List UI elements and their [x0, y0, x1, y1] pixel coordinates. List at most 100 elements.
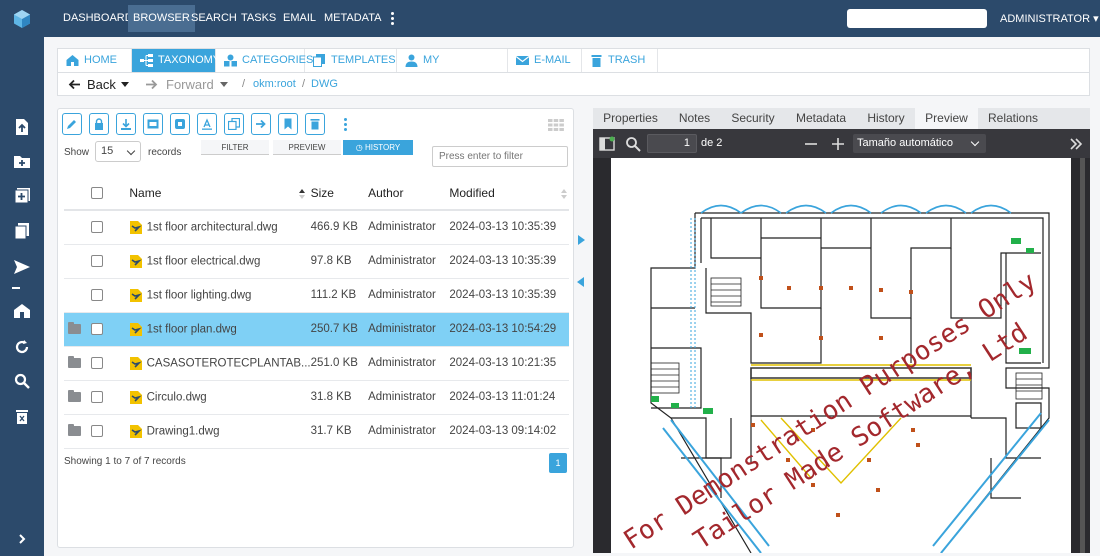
file-name-cell[interactable]: Drawing1.dwg [129, 414, 311, 449]
delete-button[interactable] [305, 113, 325, 135]
grid-view-icon[interactable] [548, 119, 564, 131]
column-size-header[interactable]: Size [310, 176, 369, 211]
row-checkbox[interactable] [90, 424, 103, 437]
column-modified-header[interactable]: Modified [449, 176, 569, 211]
forward-button[interactable]: Forward [166, 77, 214, 92]
pdf-scrollbar[interactable] [1080, 158, 1085, 553]
tab-my-documents[interactable]: MY DOCUMENTS [397, 49, 508, 89]
column-name-header[interactable]: Name [129, 176, 311, 211]
subtab-preview[interactable]: PREVIEW [273, 140, 341, 155]
export-pdf-button[interactable] [143, 113, 163, 135]
arrow-left-icon[interactable] [68, 79, 81, 90]
collapse-left-icon[interactable] [577, 277, 584, 287]
expand-right-icon[interactable] [578, 235, 585, 245]
row-checkbox[interactable] [90, 322, 103, 335]
chevron-down-icon[interactable] [220, 82, 228, 88]
row-checkbox[interactable] [90, 221, 103, 234]
pdf-page[interactable]: For Demonstration Purposes Only Tailor M… [611, 158, 1071, 553]
zoom-out-icon[interactable] [803, 136, 819, 152]
file-name-cell[interactable]: Circulo.dwg [129, 380, 311, 415]
row-checkbox[interactable] [90, 254, 103, 267]
table-row[interactable]: Circulo.dwg 31.8 KB Administrator 2024-03-1… [64, 380, 569, 415]
tab-relations[interactable]: Relations [978, 108, 1048, 129]
file-name-cell[interactable]: 1st floor plan.dwg [129, 312, 311, 347]
sidebar-toggle-icon[interactable] [599, 136, 615, 152]
upload-file-icon[interactable] [11, 116, 33, 138]
table-row[interactable]: 1st floor electrical.dwg 97.8 KB Administr… [64, 244, 569, 279]
trash-icon[interactable] [11, 405, 33, 427]
tab-templates[interactable]: TEMPLATES [305, 49, 397, 72]
expand-sidebar-icon[interactable] [11, 528, 33, 550]
search-icon[interactable] [625, 136, 641, 152]
select-all-checkbox[interactable] [90, 187, 103, 200]
file-name-cell[interactable]: 1st floor electrical.dwg [129, 244, 311, 279]
table-row[interactable]: CASASOTEROTECPLANTAB... 251.0 KB Administr… [64, 346, 569, 381]
nav-dashboard[interactable]: DASHBOARD [58, 5, 138, 32]
lock-button[interactable] [89, 113, 109, 135]
row-checkbox[interactable] [90, 390, 103, 403]
breadcrumb-root[interactable]: okm:root [253, 78, 296, 90]
copy-icon[interactable] [11, 220, 33, 242]
page-1-button[interactable]: 1 [549, 453, 567, 473]
tab-preview[interactable]: Preview [915, 108, 978, 129]
page-number-input[interactable]: 1 [647, 134, 697, 153]
add-document-icon[interactable] [11, 184, 33, 206]
more-menu-icon[interactable] [391, 12, 394, 25]
nav-browser[interactable]: BROWSER [128, 5, 195, 32]
table-row[interactable]: 1st floor architectural.dwg 466.9 KB Admin… [64, 210, 569, 245]
file-name-cell[interactable]: CASASOTEROTECPLANTAB... [129, 346, 311, 381]
refresh-icon[interactable] [11, 336, 33, 358]
back-button[interactable]: Back [87, 77, 116, 92]
tab-history[interactable]: History [857, 108, 915, 129]
file-name-cell[interactable]: 1st floor architectural.dwg [129, 210, 311, 245]
subtab-history[interactable]: ◷ HISTORY [343, 140, 413, 155]
tab-notes[interactable]: Notes [668, 108, 721, 129]
nav-tasks[interactable]: TASKS [236, 5, 281, 32]
download-button[interactable] [116, 113, 136, 135]
page-size-select[interactable]: 15 [95, 141, 141, 162]
move-button[interactable] [251, 113, 271, 135]
pdf-viewport: For Demonstration Purposes Only Tailor M… [593, 158, 1090, 553]
row-checkbox[interactable] [90, 356, 103, 369]
table-row[interactable]: Drawing1.dwg 31.7 KB Administrator 2024-03-… [64, 414, 569, 449]
subtab-filter[interactable]: FILTER [201, 140, 269, 155]
nav-search[interactable]: SEARCH [186, 5, 242, 32]
zoom-in-icon[interactable] [830, 136, 846, 152]
table-row[interactable]: 1st floor plan.dwg 250.7 KB Administrator 2… [64, 312, 569, 347]
tab-security[interactable]: Security [721, 108, 785, 129]
bookmark-button[interactable] [278, 113, 298, 135]
tab-email[interactable]: E-MAIL [508, 49, 582, 72]
copy-button[interactable] [224, 113, 244, 135]
tab-properties[interactable]: Properties [593, 108, 668, 129]
tab-home[interactable]: HOME [58, 49, 132, 72]
tab-categories[interactable]: CATEGORIES [216, 49, 313, 72]
file-size-cell: 251.0 KB [310, 346, 369, 381]
file-name-cell[interactable]: 1st floor lighting.dwg [129, 278, 311, 313]
chevron-down-icon[interactable] [121, 82, 129, 88]
sign-button[interactable] [197, 113, 217, 135]
arrow-right-icon[interactable] [145, 79, 158, 90]
column-author-header[interactable]: Author [368, 176, 450, 211]
file-size-cell: 31.7 KB [310, 414, 369, 449]
filter-input[interactable] [432, 146, 568, 167]
row-checkbox[interactable] [90, 288, 103, 301]
send-icon[interactable] [11, 256, 33, 278]
nav-metadata[interactable]: METADATA [319, 5, 386, 32]
search-icon[interactable] [11, 370, 33, 392]
edit-button[interactable] [62, 113, 82, 135]
new-folder-icon[interactable] [11, 150, 33, 172]
tab-trash[interactable]: TRASH [582, 49, 658, 72]
global-search-input[interactable] [847, 9, 987, 28]
breadcrumb-current[interactable]: DWG [311, 78, 338, 90]
tab-taxonomy[interactable]: TAXONOMY [132, 49, 220, 72]
app-logo-icon[interactable] [12, 9, 32, 29]
zoom-select[interactable]: Tamaño automático [853, 134, 986, 153]
double-chevron-right-icon[interactable] [1068, 136, 1084, 152]
more-actions-icon[interactable] [344, 118, 347, 133]
nav-email[interactable]: EMAIL [278, 5, 321, 32]
tab-metadata[interactable]: Metadata [785, 108, 857, 129]
user-menu[interactable]: ADMINISTRATOR ▾ [1000, 12, 1099, 25]
table-row[interactable]: 1st floor lighting.dwg 111.2 KB Administra… [64, 278, 569, 313]
home-folder-icon[interactable] [11, 300, 33, 322]
convert-button[interactable] [170, 113, 190, 135]
